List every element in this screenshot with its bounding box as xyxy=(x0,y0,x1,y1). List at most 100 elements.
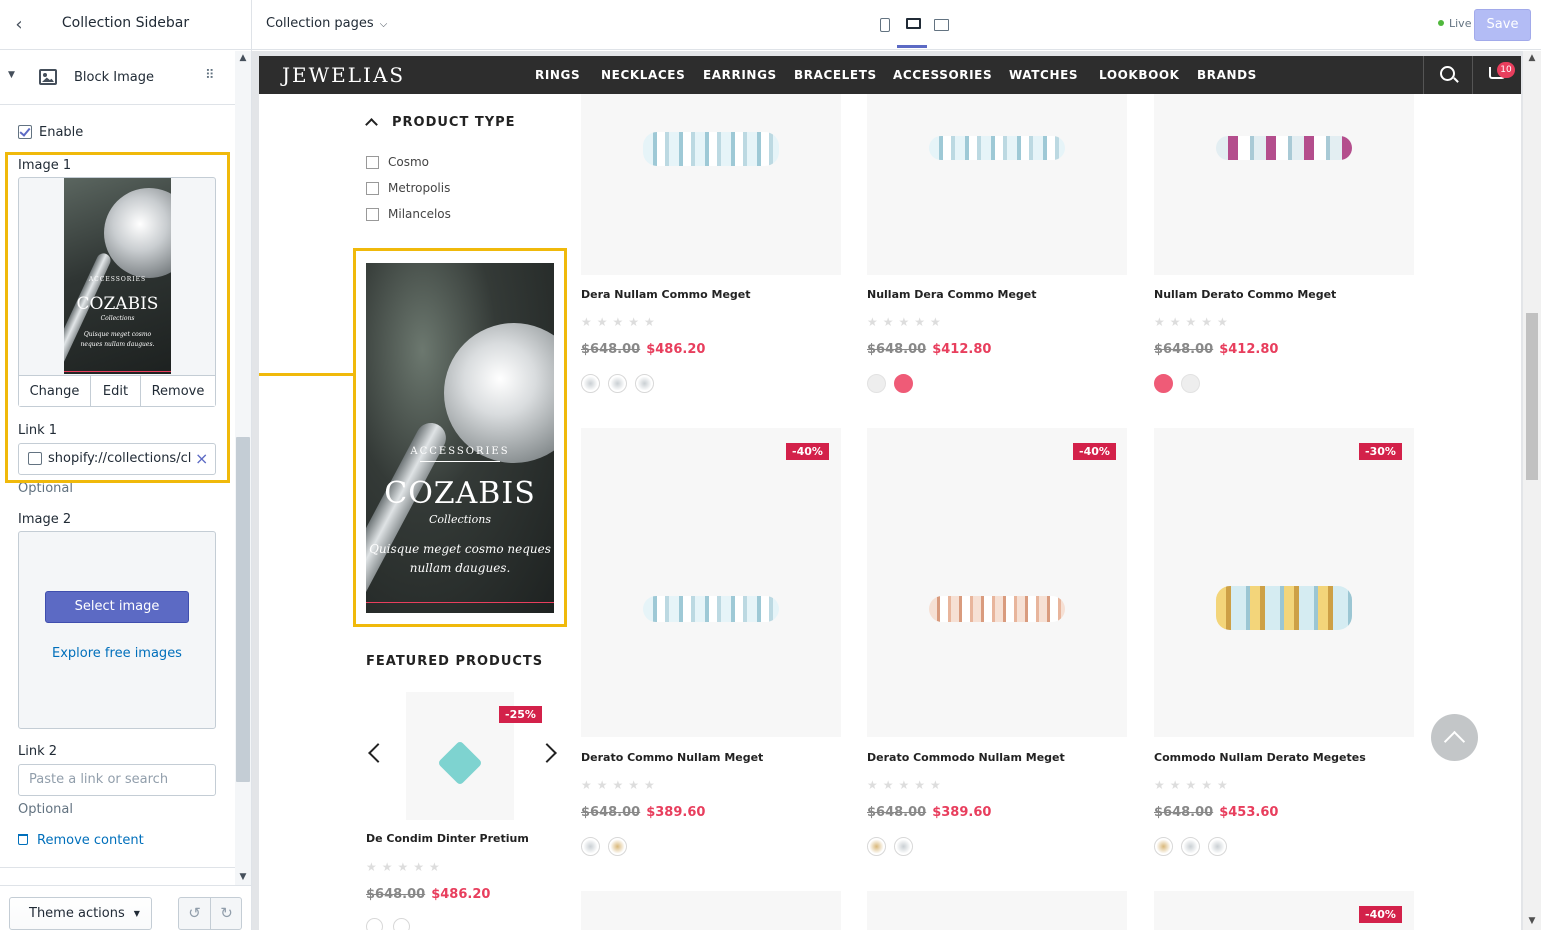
desktop-view-button[interactable] xyxy=(897,14,927,48)
clear-link-icon[interactable]: × xyxy=(195,449,208,468)
scroll-thumb[interactable] xyxy=(236,437,250,782)
image1-label: Image 1 xyxy=(18,158,72,173)
collection-icon xyxy=(28,452,42,465)
color-swatch[interactable] xyxy=(1181,374,1200,393)
color-swatch[interactable] xyxy=(1181,837,1200,856)
carousel-next-icon[interactable] xyxy=(544,746,558,760)
page-selector[interactable]: Collection pages ⌵ xyxy=(266,16,387,31)
product-image[interactable] xyxy=(581,428,841,737)
color-swatch[interactable] xyxy=(1154,374,1173,393)
color-swatch[interactable] xyxy=(894,374,913,393)
redo-icon[interactable]: ↻ xyxy=(211,904,242,922)
menu-lookbook[interactable]: LOOKBOOK xyxy=(1099,68,1180,82)
filter-checkbox[interactable] xyxy=(366,208,379,221)
color-swatch[interactable] xyxy=(867,837,886,856)
featured-price: $648.00 $486.20 xyxy=(366,887,490,902)
color-swatch[interactable] xyxy=(608,374,627,393)
remove-image-button[interactable]: Remove xyxy=(141,376,215,407)
menu-rings[interactable]: RINGS xyxy=(535,68,580,82)
preview-scrollbar[interactable]: ▲ ▼ xyxy=(1523,51,1541,930)
menu-bracelets[interactable]: BRACELETS xyxy=(794,68,877,82)
store-logo[interactable]: JEWELIAS xyxy=(282,63,405,87)
product-image[interactable] xyxy=(1154,428,1414,737)
color-swatch[interactable] xyxy=(608,837,627,856)
collapse-caret-icon[interactable]: ▼ xyxy=(8,70,15,80)
product-name[interactable]: Nullam Dera Commo Meget xyxy=(867,288,1037,301)
mobile-icon xyxy=(880,18,890,32)
sidebar-scrollbar[interactable]: ▲ ▼ xyxy=(235,51,251,885)
featured-products-title: FEATURED PRODUCTS xyxy=(366,654,544,669)
link1-value[interactable]: shopify://collections/cl... xyxy=(48,451,191,466)
menu-watches[interactable]: WATCHES xyxy=(1009,68,1078,82)
menu-earrings[interactable]: EARRINGS xyxy=(703,68,777,82)
color-swatch[interactable] xyxy=(867,374,886,393)
product-image[interactable] xyxy=(867,94,1127,275)
featured-product-name[interactable]: De Condim Dinter Pretium xyxy=(366,832,529,845)
product-image[interactable] xyxy=(1154,94,1414,275)
back-to-top-button[interactable] xyxy=(1431,714,1478,761)
preview-sub: Collections xyxy=(100,315,135,322)
scroll-down-icon[interactable]: ▼ xyxy=(235,872,251,882)
explore-free-images-link[interactable]: Explore free images xyxy=(19,646,215,661)
theme-editor: ‹ Collection Sidebar ▼ Block Image ⠿ Ena… xyxy=(0,0,1541,930)
menu-necklaces[interactable]: NECKLACES xyxy=(601,68,685,82)
fullscreen-view-button[interactable] xyxy=(931,14,951,36)
filter-checkbox[interactable] xyxy=(366,182,379,195)
remove-content-link[interactable]: Remove content xyxy=(18,833,144,848)
mobile-view-button[interactable] xyxy=(875,14,895,36)
scroll-down-icon[interactable]: ▼ xyxy=(1523,916,1541,926)
sidebar-banner-image[interactable]: ACCESSORIES COZABIS Collections Quisque … xyxy=(366,263,554,613)
product-image[interactable] xyxy=(867,428,1127,737)
product-image[interactable] xyxy=(867,891,1127,930)
rating-stars: ★★★★★ xyxy=(1154,315,1233,329)
product-name[interactable]: Derato Commodo Nullam Meget xyxy=(867,751,1065,764)
undo-redo-group: ↺ ↻ xyxy=(178,897,242,930)
enable-checkbox[interactable] xyxy=(18,125,32,139)
color-swatch[interactable] xyxy=(581,374,600,393)
link2-field[interactable] xyxy=(18,764,216,796)
menu-brands[interactable]: BRANDS xyxy=(1197,68,1257,82)
color-swatch[interactable] xyxy=(894,837,913,856)
color-swatch[interactable] xyxy=(635,374,654,393)
image1-picker: ACCESSORIES COZABIS Collections Quisque … xyxy=(18,177,216,407)
status-dot-icon xyxy=(1438,20,1444,26)
menu-accessories[interactable]: ACCESSORIES xyxy=(893,68,992,82)
featured-product-image[interactable] xyxy=(406,692,514,820)
product-name[interactable]: Derato Commo Nullam Meget xyxy=(581,751,763,764)
block-row[interactable]: ▼ Block Image ⠿ xyxy=(0,51,235,105)
product-image[interactable] xyxy=(581,891,841,930)
scroll-up-icon[interactable]: ▲ xyxy=(235,53,251,63)
product-image[interactable] xyxy=(581,94,841,275)
preview-title: COZABIS xyxy=(76,294,159,314)
theme-actions-label: Theme actions xyxy=(29,906,125,921)
block-label: Block Image xyxy=(74,70,155,85)
rating-stars: ★★★★★ xyxy=(867,778,946,792)
rating-stars: ★★★★★ xyxy=(581,778,660,792)
product-type-title[interactable]: PRODUCT TYPE xyxy=(392,115,516,130)
color-swatch[interactable] xyxy=(1154,837,1173,856)
change-image-button[interactable]: Change xyxy=(19,376,90,407)
product-name[interactable]: Dera Nullam Commo Meget xyxy=(581,288,751,301)
color-swatch[interactable] xyxy=(393,918,410,930)
select-image-button[interactable]: Select image xyxy=(45,591,189,623)
theme-actions-button[interactable]: Theme actions ▼ xyxy=(9,897,152,930)
undo-icon[interactable]: ↺ xyxy=(179,904,210,922)
carousel-prev-icon[interactable] xyxy=(367,746,381,760)
preview-eyebrow: ACCESSORIES xyxy=(88,276,147,283)
filter-checkbox[interactable] xyxy=(366,156,379,169)
link1-field[interactable]: shopify://collections/cl... × xyxy=(18,443,216,475)
scroll-thumb[interactable] xyxy=(1526,313,1538,480)
link2-input[interactable] xyxy=(29,772,207,787)
edit-image-button[interactable]: Edit xyxy=(90,376,141,407)
save-button[interactable]: Save xyxy=(1474,9,1531,41)
dropdown-caret-icon: ▼ xyxy=(133,909,140,918)
color-swatch[interactable] xyxy=(1208,837,1227,856)
product-name[interactable]: Nullam Derato Commo Meget xyxy=(1154,288,1336,301)
drag-handle-icon[interactable]: ⠿ xyxy=(205,68,214,83)
search-icon[interactable] xyxy=(1440,66,1455,81)
scroll-up-icon[interactable]: ▲ xyxy=(1523,53,1541,63)
color-swatch[interactable] xyxy=(581,837,600,856)
chevron-up-icon[interactable] xyxy=(366,116,375,125)
color-swatch[interactable] xyxy=(366,918,383,930)
product-name[interactable]: Commodo Nullam Derato Megetes xyxy=(1154,751,1366,764)
